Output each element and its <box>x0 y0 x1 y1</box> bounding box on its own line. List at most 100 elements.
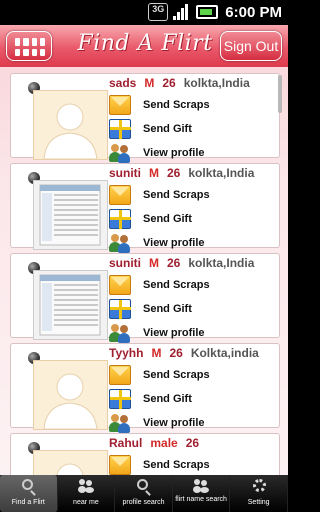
profile-gender: M <box>144 76 155 90</box>
tab-flirt-name-search[interactable]: flirt name search <box>173 475 231 512</box>
send-gift-button[interactable]: Send Gift <box>109 298 192 320</box>
tab-profile-search[interactable]: profile search <box>115 475 173 512</box>
gift-icon <box>109 209 131 229</box>
send-scraps-button[interactable]: Send Scraps <box>109 364 210 386</box>
view-profile-label: View profile <box>143 147 205 159</box>
envelope-icon <box>109 185 131 205</box>
gift-icon <box>109 389 131 409</box>
send-gift-label: Send Gift <box>143 303 192 315</box>
view-profile-button[interactable]: View profile <box>109 232 205 254</box>
tab-label: Find a Flirt <box>11 499 45 506</box>
menu-button[interactable] <box>6 31 52 61</box>
signal-icon <box>173 4 191 20</box>
profile-name[interactable]: suniti <box>109 256 141 270</box>
tab-label: Setting <box>247 499 270 506</box>
envelope-icon <box>109 455 131 475</box>
view-profile-label: View profile <box>143 237 205 249</box>
tab-label: profile search <box>122 499 165 506</box>
profile-location: kolkta,India <box>188 256 255 270</box>
profile-info: suniti M 26 kolkta,India <box>109 166 254 180</box>
network-3g-icon: 3G <box>148 3 169 21</box>
profile-list: sads M 26 kolkta,India Send Scraps Send … <box>10 73 280 475</box>
people-icon <box>77 479 94 493</box>
profile-photo[interactable] <box>33 90 108 160</box>
profile-card[interactable]: Rahul male 26 Send Scraps Send Gift View… <box>10 433 280 475</box>
envelope-icon <box>109 275 131 295</box>
send-scraps-label: Send Scraps <box>143 189 210 201</box>
profile-list-area[interactable]: sads M 26 kolkta,India Send Scraps Send … <box>0 67 288 475</box>
profile-info: Rahul male 26 <box>109 436 207 450</box>
profile-photo[interactable] <box>33 180 108 250</box>
people-icon <box>193 479 210 493</box>
profile-age: 26 <box>162 76 176 90</box>
send-scraps-label: Send Scraps <box>143 99 210 111</box>
gift-icon <box>109 119 131 139</box>
profile-age: 26 <box>167 166 181 180</box>
send-scraps-label: Send Scraps <box>143 459 210 471</box>
profile-photo[interactable] <box>33 360 108 430</box>
profile-gender: male <box>150 436 178 450</box>
profile-age: 26 <box>167 256 181 270</box>
app-title: Find A Flirt <box>77 31 213 56</box>
profile-name[interactable]: suniti <box>109 166 141 180</box>
profile-photo[interactable] <box>33 450 108 475</box>
tab-setting[interactable]: Setting <box>230 475 288 512</box>
send-gift-label: Send Gift <box>143 123 192 135</box>
search-icon <box>22 479 34 490</box>
send-scraps-label: Send Scraps <box>143 279 210 291</box>
send-scraps-label: Send Scraps <box>143 369 210 381</box>
send-scraps-button[interactable]: Send Scraps <box>109 94 210 116</box>
app-header: Find A Flirt Sign Out <box>0 25 288 67</box>
view-profile-label: View profile <box>143 327 205 339</box>
sign-out-button[interactable]: Sign Out <box>220 31 282 61</box>
profile-name[interactable]: sads <box>109 76 136 90</box>
view-profile-button[interactable]: View profile <box>109 412 205 434</box>
gear-icon <box>252 479 266 492</box>
tab-label: near me <box>73 499 99 506</box>
profile-name[interactable]: Tyyhh <box>109 346 143 360</box>
profile-name[interactable]: Rahul <box>109 436 142 450</box>
view-profile-button[interactable]: View profile <box>109 142 205 164</box>
profile-photo[interactable] <box>33 270 108 340</box>
send-gift-label: Send Gift <box>143 393 192 405</box>
profile-age: 26 <box>185 436 200 450</box>
envelope-icon <box>109 365 131 385</box>
tab-label: flirt name search <box>175 496 227 503</box>
people-icon <box>109 413 131 433</box>
tab-find-a-flirt[interactable]: Find a Flirt <box>0 475 58 512</box>
bottom-tab-bar: Find a Flirt near me profile search flirt n… <box>0 475 288 512</box>
profile-location: kolkta,India <box>188 166 255 180</box>
profile-location: Kolkta,india <box>190 346 259 360</box>
send-gift-button[interactable]: Send Gift <box>109 118 192 140</box>
scrollbar[interactable] <box>278 75 282 113</box>
profile-age: 26 <box>169 346 183 360</box>
grid-menu-icon <box>15 38 45 56</box>
status-bar: 3G 6:00 PM <box>0 0 288 25</box>
send-gift-button[interactable]: Send Gift <box>109 388 192 410</box>
profile-info: Tyyhh M 26 Kolkta,india <box>109 346 259 360</box>
profile-location: kolkta,India <box>183 76 250 90</box>
profile-gender: M <box>149 166 159 180</box>
view-profile-label: View profile <box>143 417 205 429</box>
people-icon <box>109 143 131 163</box>
profile-card[interactable]: suniti M 26 kolkta,India Send Scraps Sen… <box>10 253 280 343</box>
send-scraps-button[interactable]: Send Scraps <box>109 274 210 296</box>
send-scraps-button[interactable]: Send Scraps <box>109 184 210 206</box>
battery-icon <box>196 5 219 19</box>
profile-card[interactable]: suniti M 26 kolkta,India Send Scraps Sen… <box>10 163 280 253</box>
people-icon <box>109 323 131 343</box>
profile-gender: M <box>151 346 162 360</box>
search-icon <box>137 479 149 490</box>
profile-info: suniti M 26 kolkta,India <box>109 256 254 270</box>
profile-card[interactable]: sads M 26 kolkta,India Send Scraps Send … <box>10 73 280 163</box>
people-icon <box>109 233 131 253</box>
profile-info: sads M 26 kolkta,India <box>109 76 250 90</box>
profile-card[interactable]: Tyyhh M 26 Kolkta,india Send Scraps Send… <box>10 343 280 433</box>
clock: 6:00 PM <box>225 3 282 21</box>
view-profile-button[interactable]: View profile <box>109 322 205 344</box>
send-gift-label: Send Gift <box>143 213 192 225</box>
tab-near-me[interactable]: near me <box>58 475 116 512</box>
send-gift-button[interactable]: Send Gift <box>109 208 192 230</box>
send-scraps-button[interactable]: Send Scraps <box>109 454 210 475</box>
status-icons: 3G 6:00 PM <box>148 3 282 21</box>
